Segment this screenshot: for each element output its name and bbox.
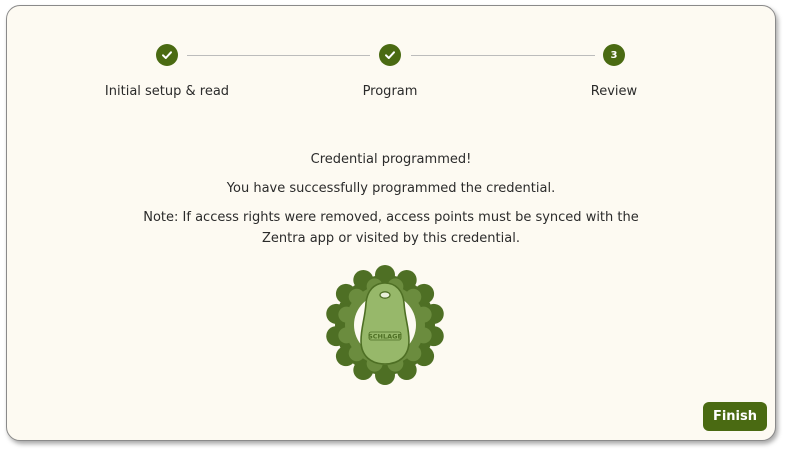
step-2-complete-indicator: [379, 44, 401, 66]
badge-graphic: SCHLAGE: [326, 265, 444, 385]
checkmark-icon: [385, 51, 395, 59]
step-label-program: Program: [362, 84, 418, 99]
step-3-current-indicator: 3: [603, 44, 625, 66]
step-1-complete-indicator: [156, 44, 178, 66]
checkmark-icon: [162, 51, 172, 59]
step-label-review: Review: [590, 84, 638, 99]
programmed-key-fob-badge-icon: SCHLAGE: [321, 261, 449, 389]
step-number: 3: [610, 49, 618, 61]
fob-brand-text: SCHLAGE: [368, 333, 402, 341]
sync-note-line-2: Zentra app or visited by this credential…: [262, 231, 520, 246]
step-connector: [187, 55, 370, 56]
sync-note-line-1: Note: If access rights were removed, acc…: [143, 210, 639, 225]
step-label-initial-setup: Initial setup & read: [104, 84, 230, 99]
success-message: You have successfully programmed the cre…: [226, 181, 556, 196]
credential-programmed-dialog: 3 Initial setup & read Program Review Cr…: [6, 5, 776, 441]
finish-button[interactable]: Finish: [703, 402, 767, 431]
success-title: Credential programmed!: [310, 152, 472, 167]
step-connector: [411, 55, 595, 56]
